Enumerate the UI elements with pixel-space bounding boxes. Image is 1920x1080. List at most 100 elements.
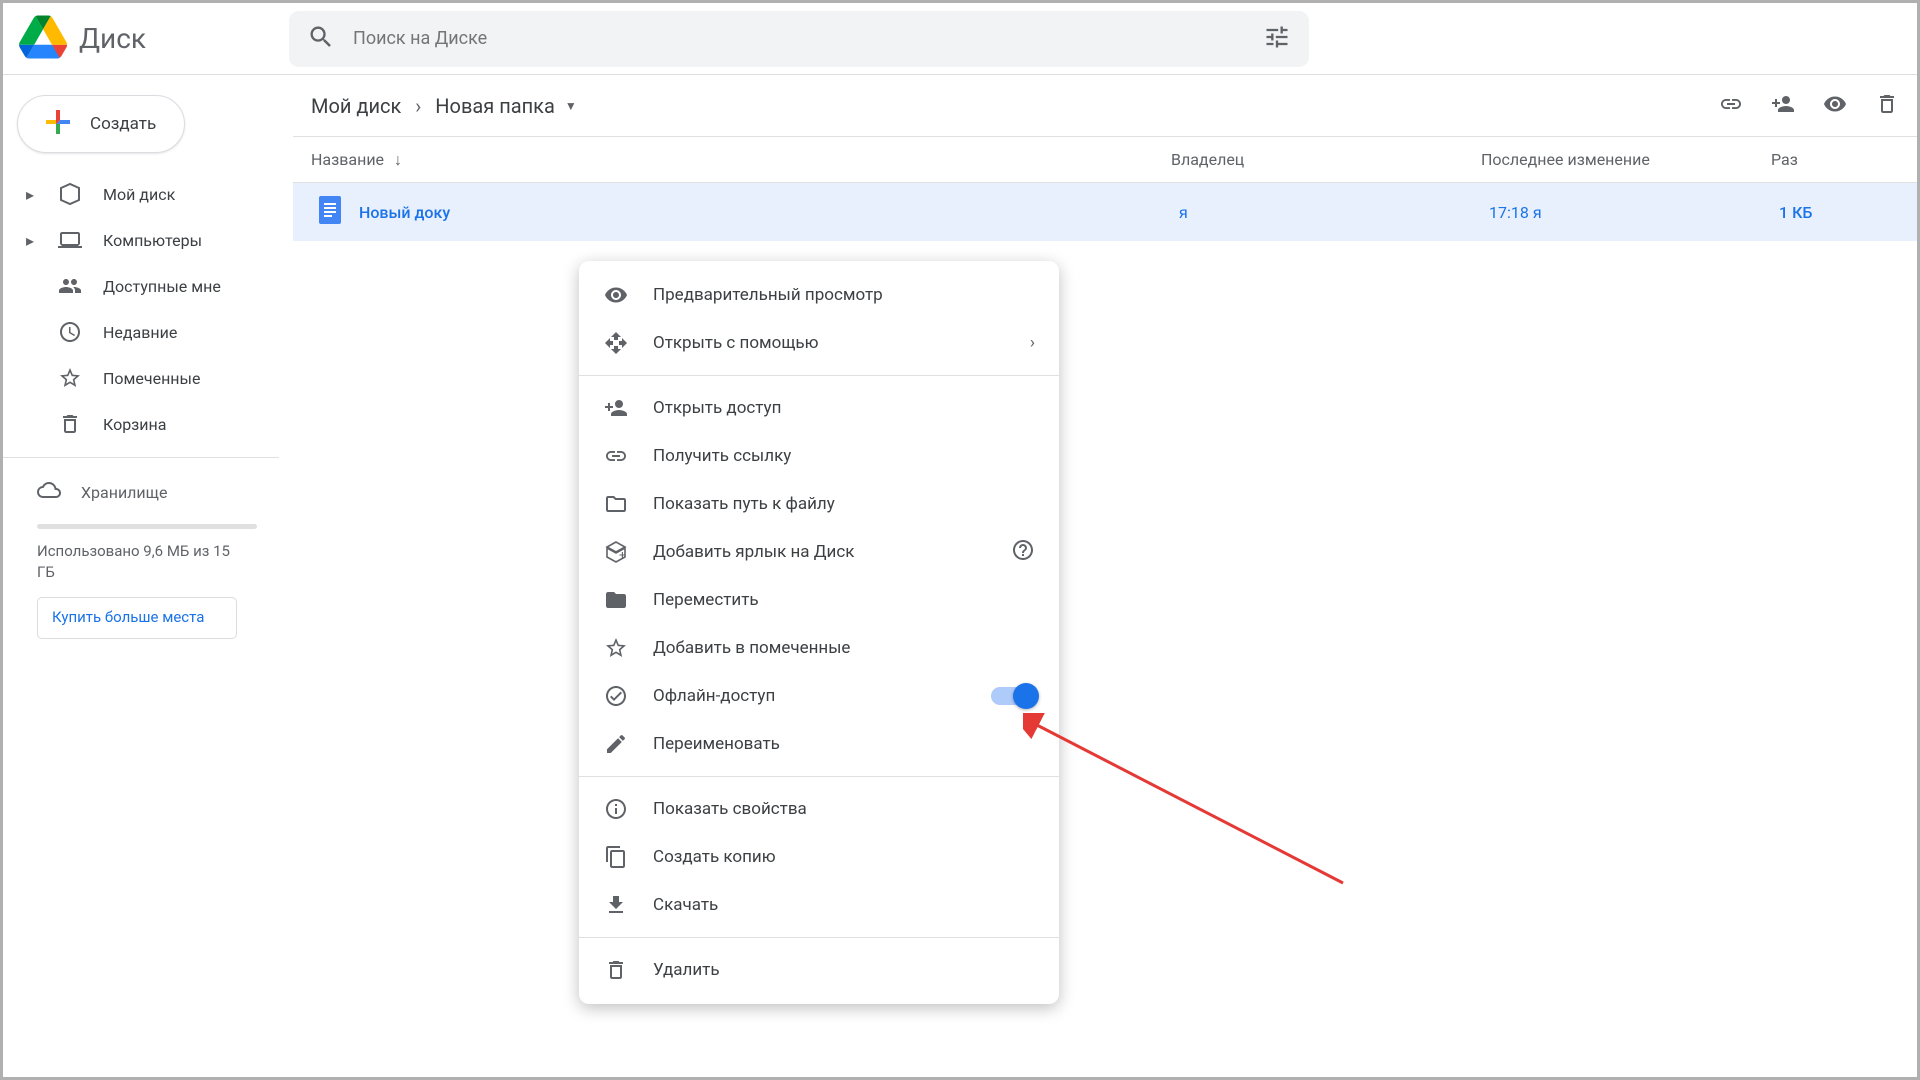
dropdown-icon: ▼ bbox=[565, 99, 577, 113]
edit-icon bbox=[603, 732, 629, 756]
ctx-label: Скачать bbox=[653, 895, 718, 915]
ctx-label: Добавить в помеченные bbox=[653, 638, 850, 658]
ctx-label: Открыть с помощью bbox=[653, 333, 819, 353]
column-owner[interactable]: Владелец bbox=[1171, 150, 1481, 169]
sidebar-item-label: Помеченные bbox=[103, 369, 200, 388]
people-icon bbox=[57, 274, 83, 298]
sidebar-item-computers[interactable]: ▸ Компьютеры bbox=[9, 217, 279, 263]
column-name[interactable]: Название bbox=[311, 150, 384, 169]
drive-icon bbox=[57, 182, 83, 206]
help-icon[interactable] bbox=[1011, 538, 1035, 567]
ctx-label: Получить ссылку bbox=[653, 446, 791, 466]
ctx-label: Показать путь к файлу bbox=[653, 494, 835, 514]
ctx-label: Удалить bbox=[653, 960, 720, 980]
sidebar-item-recent[interactable]: Недавние bbox=[9, 309, 279, 355]
star-icon bbox=[57, 366, 83, 390]
file-size: 1 КБ bbox=[1779, 203, 1812, 222]
breadcrumb-root[interactable]: Мой диск bbox=[311, 94, 401, 118]
create-button[interactable]: Создать bbox=[17, 95, 185, 153]
search-bar[interactable] bbox=[289, 11, 1309, 67]
column-modified[interactable]: Последнее изменение bbox=[1481, 150, 1771, 169]
copy-icon bbox=[603, 845, 629, 869]
ctx-open-with[interactable]: Открыть с помощью › bbox=[579, 319, 1059, 367]
ctx-add-shortcut[interactable]: + Добавить ярлык на Диск bbox=[579, 528, 1059, 576]
expand-icon[interactable]: ▸ bbox=[23, 185, 37, 204]
tune-icon[interactable] bbox=[1263, 23, 1291, 55]
ctx-move[interactable]: Переместить bbox=[579, 576, 1059, 624]
ctx-label: Добавить ярлык на Диск bbox=[653, 542, 854, 562]
app-name: Диск bbox=[79, 22, 146, 55]
sidebar-item-trash[interactable]: Корзина bbox=[9, 401, 279, 447]
sidebar-item-label: Недавние bbox=[103, 323, 177, 342]
ctx-label: Открыть доступ bbox=[653, 398, 781, 418]
download-icon bbox=[603, 893, 629, 917]
ctx-label: Показать свойства bbox=[653, 799, 807, 819]
file-modified: 17:18 я bbox=[1489, 203, 1779, 222]
file-row[interactable]: Новый доку я 17:18 я 1 КБ bbox=[293, 183, 1917, 241]
sort-arrow-icon[interactable]: ↓ bbox=[394, 150, 402, 170]
column-size[interactable]: Раз bbox=[1771, 150, 1798, 169]
ctx-copy[interactable]: Создать копию bbox=[579, 833, 1059, 881]
sidebar-item-storage[interactable]: Хранилище bbox=[37, 478, 269, 506]
expand-icon[interactable]: ▸ bbox=[23, 231, 37, 250]
ctx-rename[interactable]: Переименовать bbox=[579, 720, 1059, 768]
ctx-share[interactable]: Открыть доступ bbox=[579, 384, 1059, 432]
storage-usage: Использовано 9,6 МБ из 15 ГБ bbox=[37, 541, 237, 583]
ctx-download[interactable]: Скачать bbox=[579, 881, 1059, 929]
clock-icon bbox=[57, 320, 83, 344]
ctx-preview[interactable]: Предварительный просмотр bbox=[579, 271, 1059, 319]
person-add-icon[interactable] bbox=[1771, 92, 1795, 120]
folder-icon bbox=[603, 492, 629, 516]
drive-logo-icon bbox=[19, 15, 67, 63]
sidebar-item-mydrive[interactable]: ▸ Мой диск bbox=[9, 171, 279, 217]
trash-icon bbox=[57, 412, 83, 436]
link-icon bbox=[603, 444, 629, 468]
breadcrumb: Мой диск › Новая папка ▼ bbox=[311, 94, 577, 118]
context-menu: Предварительный просмотр Открыть с помощ… bbox=[579, 261, 1059, 1004]
storage-label: Хранилище bbox=[81, 483, 167, 502]
sidebar-item-label: Компьютеры bbox=[103, 231, 202, 250]
eye-icon bbox=[603, 283, 629, 307]
open-with-icon bbox=[603, 331, 629, 355]
star-icon bbox=[603, 636, 629, 660]
search-input[interactable] bbox=[353, 28, 1245, 49]
ctx-get-link[interactable]: Получить ссылку bbox=[579, 432, 1059, 480]
buy-storage-button[interactable]: Купить больше места bbox=[37, 597, 237, 639]
trash-icon bbox=[603, 958, 629, 982]
cloud-icon bbox=[37, 478, 61, 506]
svg-text:+: + bbox=[619, 548, 626, 562]
create-button-label: Создать bbox=[90, 114, 156, 134]
sidebar-item-shared[interactable]: Доступные мне bbox=[9, 263, 279, 309]
ctx-show-location[interactable]: Показать путь к файлу bbox=[579, 480, 1059, 528]
move-icon bbox=[603, 588, 629, 612]
docs-icon bbox=[319, 196, 341, 228]
ctx-offline[interactable]: Офлайн-доступ bbox=[579, 672, 1059, 720]
shortcut-icon: + bbox=[603, 540, 629, 564]
chevron-right-icon: › bbox=[1030, 333, 1035, 353]
offline-icon bbox=[603, 684, 629, 708]
offline-toggle[interactable] bbox=[991, 687, 1035, 705]
sidebar-item-label: Доступные мне bbox=[103, 277, 221, 296]
sidebar-item-label: Мой диск bbox=[103, 185, 175, 204]
ctx-label: Предварительный просмотр bbox=[653, 285, 883, 305]
trash-icon[interactable] bbox=[1875, 92, 1899, 120]
plus-icon bbox=[40, 104, 76, 145]
ctx-label: Переместить bbox=[653, 590, 759, 610]
sidebar-item-starred[interactable]: Помеченные bbox=[9, 355, 279, 401]
sidebar-item-label: Корзина bbox=[103, 415, 166, 434]
storage-bar bbox=[37, 524, 257, 529]
breadcrumb-current-label: Новая папка bbox=[435, 94, 555, 118]
ctx-label: Офлайн-доступ bbox=[653, 686, 775, 706]
breadcrumb-current[interactable]: Новая папка ▼ bbox=[435, 94, 576, 118]
eye-icon[interactable] bbox=[1823, 92, 1847, 120]
ctx-delete[interactable]: Удалить bbox=[579, 946, 1059, 994]
info-icon bbox=[603, 797, 629, 821]
file-name: Новый доку bbox=[359, 203, 1179, 222]
ctx-star[interactable]: Добавить в помеченные bbox=[579, 624, 1059, 672]
search-icon bbox=[307, 23, 335, 55]
link-icon[interactable] bbox=[1719, 92, 1743, 120]
ctx-label: Переименовать bbox=[653, 734, 780, 754]
chevron-right-icon: › bbox=[415, 94, 421, 118]
person-add-icon bbox=[603, 396, 629, 420]
ctx-details[interactable]: Показать свойства bbox=[579, 785, 1059, 833]
